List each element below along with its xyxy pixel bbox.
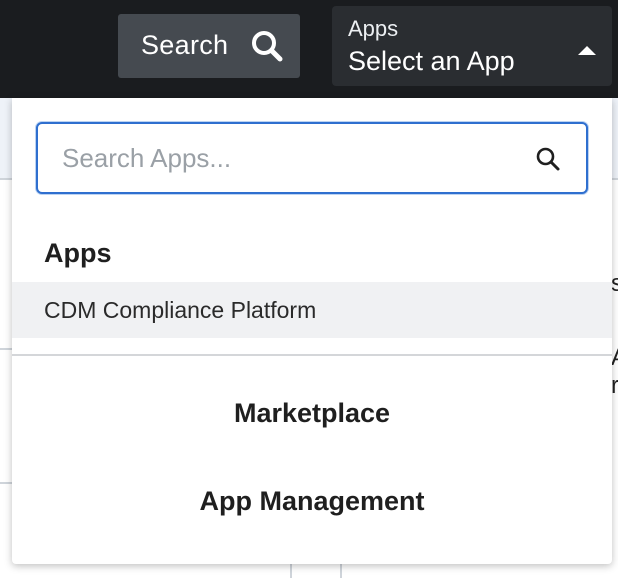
caret-up-icon (578, 46, 596, 55)
background-text-fragment: A (611, 344, 618, 372)
search-button[interactable]: Search (118, 14, 300, 78)
background-divider (340, 564, 342, 578)
background-divider (290, 564, 292, 578)
search-icon[interactable] (535, 146, 561, 172)
background-text-fragment: s (611, 270, 618, 297)
app-selector-menu: Apps CDM Compliance Platform Marketplace… (12, 98, 612, 564)
app-search-field[interactable] (36, 122, 588, 194)
app-selector-value: Select an App (348, 46, 515, 76)
background-divider (0, 482, 12, 484)
app-selector-dropdown[interactable]: Apps Select an App (332, 6, 612, 86)
search-icon (252, 31, 283, 62)
list-item[interactable]: CDM Compliance Platform (12, 282, 612, 338)
app-item-label: CDM Compliance Platform (44, 296, 317, 323)
apps-section-heading: Apps (44, 238, 112, 268)
background-divider (0, 348, 12, 350)
marketplace-link[interactable]: Marketplace (12, 398, 612, 429)
menu-divider (12, 354, 612, 356)
app-search-input[interactable] (62, 138, 522, 178)
top-navigation-bar: Search Apps Select an App (0, 0, 618, 98)
app-management-link[interactable]: App Management (12, 486, 612, 517)
background-text-fragment: r (611, 372, 618, 399)
app-selector-label: Apps (348, 16, 399, 41)
search-button-label: Search (141, 29, 229, 60)
